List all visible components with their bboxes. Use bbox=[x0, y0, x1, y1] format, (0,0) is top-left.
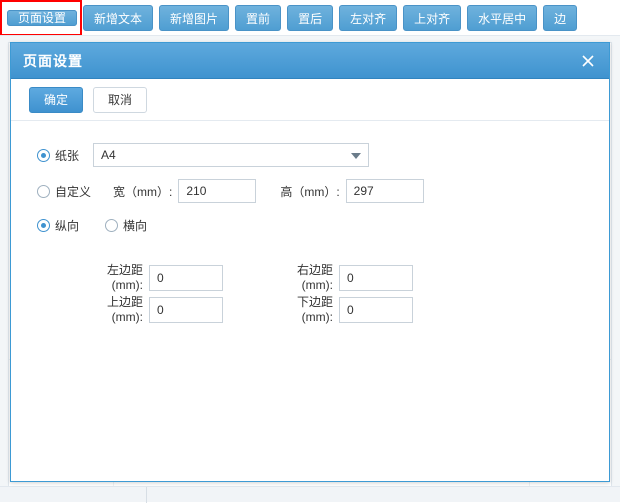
paper-size-select[interactable]: A4 bbox=[93, 143, 370, 167]
page-setup-button-wrap: 页面设置 bbox=[0, 0, 82, 35]
toolbar-button-more[interactable]: 边 bbox=[543, 4, 578, 31]
toolbar-button-align-center-horizontal[interactable]: 水平居中 bbox=[467, 4, 538, 31]
margin-top-label: 上边距 (mm): bbox=[83, 295, 143, 325]
toolbar-button-add-text[interactable]: 新增文本 bbox=[83, 4, 154, 31]
height-input[interactable]: 297 bbox=[345, 179, 424, 203]
margin-right-label-line2: (mm): bbox=[301, 278, 333, 292]
landscape-radio[interactable] bbox=[105, 219, 119, 232]
margin-top-label-line1: 上边距 bbox=[106, 295, 143, 309]
margin-left-label: 左边距 (mm): bbox=[83, 263, 143, 293]
page-setup-dialog: 页面设置 确定 取消 纸张 A4 自定义 宽（mm）: 210 高（mm）: 2… bbox=[10, 42, 610, 482]
margin-right-cell: 右边距 (mm): 0 bbox=[273, 263, 413, 293]
custom-label: 自定义 bbox=[55, 184, 92, 199]
top-toolbar: 页面设置 新增文本 新增图片 置前 置后 左对齐 上对齐 水平居中 边 bbox=[0, 0, 620, 36]
height-label: 高（mm）: bbox=[280, 184, 340, 199]
portrait-radio[interactable] bbox=[37, 219, 50, 232]
orientation-row: 纵向 横向 bbox=[37, 217, 147, 234]
margin-left-cell: 左边距 (mm): 0 bbox=[83, 263, 223, 293]
margin-bottom-label: 下边距 (mm): bbox=[273, 295, 333, 325]
portrait-label: 纵向 bbox=[55, 219, 80, 233]
toolbar-button-align-top[interactable]: 上对齐 bbox=[403, 4, 462, 31]
margin-right-label-line1: 右边距 bbox=[296, 263, 333, 277]
margin-right-input[interactable]: 0 bbox=[339, 265, 413, 291]
margin-left-label-line2: (mm): bbox=[111, 278, 143, 292]
close-glyph bbox=[582, 55, 594, 67]
horizontal-scrollbar[interactable] bbox=[0, 486, 620, 503]
dialog-title: 页面设置 bbox=[23, 52, 83, 69]
scrollbar-notch bbox=[146, 487, 147, 503]
paper-row: 纸张 A4 bbox=[37, 143, 370, 167]
toolbar-button-add-image[interactable]: 新增图片 bbox=[159, 4, 230, 31]
toolbar-button-align-left[interactable]: 左对齐 bbox=[339, 4, 398, 31]
dialog-action-bar: 确定 取消 bbox=[11, 79, 609, 121]
paper-size-value: A4 bbox=[101, 148, 116, 162]
margin-bottom-label-line1: 下边距 bbox=[296, 295, 333, 309]
toolbar-button-bring-front[interactable]: 置前 bbox=[235, 4, 282, 31]
chevron-down-icon bbox=[351, 153, 362, 159]
margin-bottom-input[interactable]: 0 bbox=[339, 297, 413, 323]
margin-left-input[interactable]: 0 bbox=[149, 265, 223, 291]
page-setup-form: 纸张 A4 自定义 宽（mm）: 210 高（mm）: 297 纵向 横向 左边… bbox=[11, 121, 609, 324]
width-input[interactable]: 210 bbox=[178, 179, 257, 203]
ok-button[interactable]: 确定 bbox=[29, 86, 84, 113]
margin-left-label-line1: 左边距 bbox=[106, 263, 143, 277]
margin-bottom-label-line2: (mm): bbox=[301, 310, 333, 324]
cancel-button[interactable]: 取消 bbox=[93, 86, 148, 113]
margin-right-label: 右边距 (mm): bbox=[273, 263, 333, 293]
landscape-label: 横向 bbox=[123, 219, 148, 233]
toolbar-button-send-back[interactable]: 置后 bbox=[287, 4, 334, 31]
dialog-body: 确定 取消 纸张 A4 自定义 宽（mm）: 210 高（mm）: 297 纵向… bbox=[11, 79, 609, 481]
paper-label: 纸张 bbox=[55, 148, 80, 163]
margin-top-input[interactable]: 0 bbox=[149, 297, 223, 323]
toolbar-button-page-setup[interactable]: 页面设置 bbox=[7, 9, 78, 26]
custom-radio[interactable] bbox=[37, 184, 50, 198]
custom-size-row: 自定义 宽（mm）: 210 高（mm）: 297 bbox=[37, 179, 424, 203]
margin-top-cell: 上边距 (mm): 0 bbox=[83, 295, 223, 325]
dialog-title-bar[interactable]: 页面设置 bbox=[11, 43, 609, 79]
paper-radio[interactable] bbox=[37, 148, 50, 162]
close-icon[interactable] bbox=[575, 48, 601, 74]
margin-bottom-cell: 下边距 (mm): 0 bbox=[273, 295, 413, 325]
width-label: 宽（mm）: bbox=[113, 184, 173, 199]
margin-top-label-line2: (mm): bbox=[111, 310, 143, 324]
